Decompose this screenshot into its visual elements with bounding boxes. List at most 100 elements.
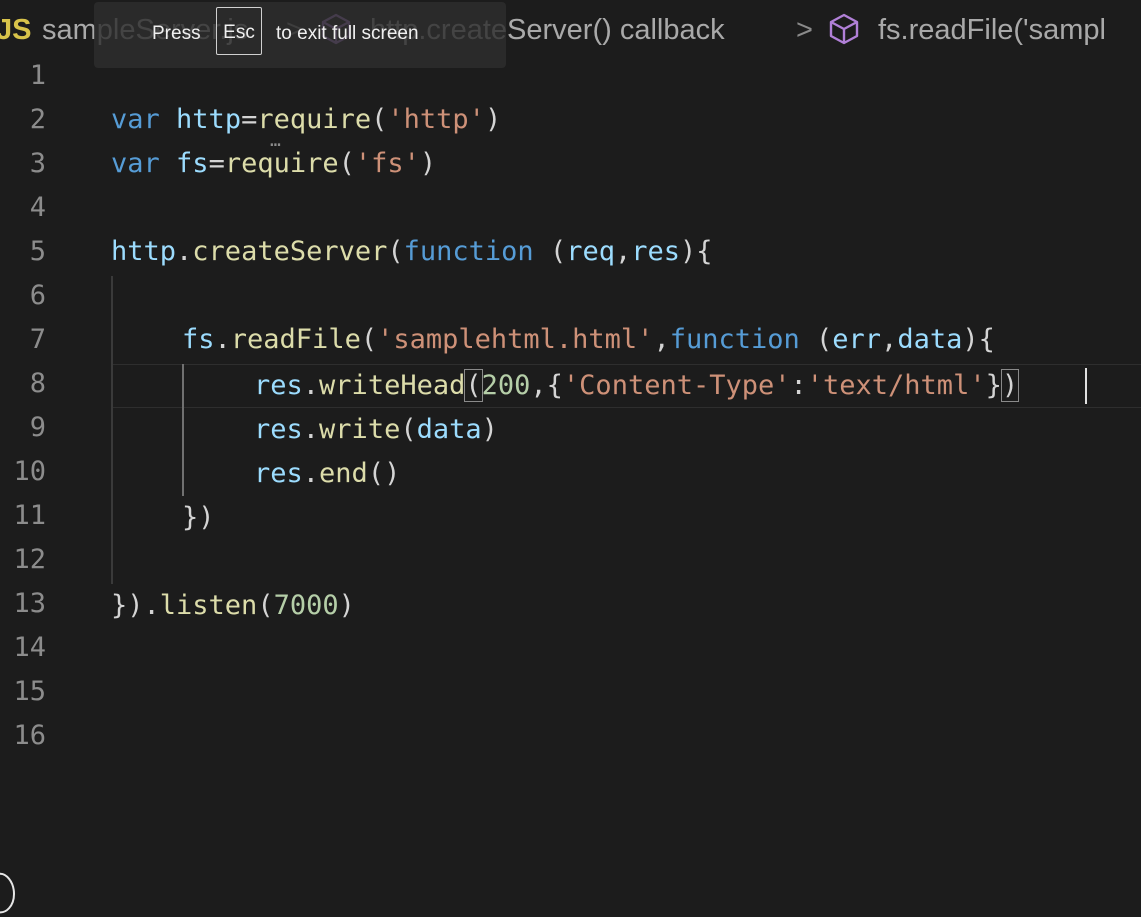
code-line-7[interactable]: fs.readFile('samplehtml.html',function (… (182, 318, 995, 362)
line-number: 15 (13, 676, 46, 707)
token-punctuation: ) (484, 104, 502, 135)
line-number: 10 (13, 456, 46, 487)
token-keyword: var (111, 104, 160, 135)
token-number: 200 (481, 370, 531, 401)
symbol-method-icon (829, 13, 859, 45)
line-number: 1 (29, 60, 46, 91)
token-punctuation: ( (371, 104, 388, 135)
token-string: 'http' (387, 104, 485, 135)
token-string: 'samplehtml.html' (377, 324, 654, 355)
line-number: 13 (13, 588, 46, 619)
token-parameter: req (566, 236, 615, 267)
line-number: 6 (29, 280, 46, 311)
line-number: 8 (29, 368, 46, 399)
chevron-right-icon: > (796, 14, 813, 46)
line-number: 3 (29, 148, 46, 179)
code-line-10[interactable]: res.end() (254, 452, 400, 496)
token-string: 'text/html' (806, 370, 986, 401)
token-variable: fs (176, 148, 209, 179)
token-function: writeHead (319, 370, 466, 401)
token-variable: res (254, 414, 303, 445)
token-punctuation: ( (338, 148, 355, 179)
line-number: 2 (29, 104, 46, 135)
token-punctuation: ){ (680, 236, 713, 267)
token-punctuation: ) (338, 590, 355, 621)
token-variable: http (176, 104, 242, 135)
token-string: 'fs' (354, 148, 420, 179)
code-line-11[interactable]: }) (182, 496, 215, 540)
token-bracket-matched: ) (1000, 369, 1020, 402)
token-punctuation: ( (799, 324, 833, 355)
code-line-13[interactable]: }).listen(7000) (111, 584, 355, 628)
line-number: 4 (29, 192, 46, 223)
token-punctuation: ) (481, 414, 498, 445)
indent-guide-active (182, 364, 184, 496)
line-number: 16 (13, 720, 46, 751)
token-punctuation: } (985, 370, 1002, 401)
token-punctuation: . (302, 370, 320, 401)
code-line-2[interactable]: var http=require('http') (111, 98, 501, 142)
token-function: listen (159, 590, 258, 621)
token-punctuation: }) (111, 590, 144, 621)
code-line-8[interactable]: res.writeHead(200,{'Content-Type':'text/… (254, 364, 1020, 408)
token-punctuation: ( (360, 324, 378, 355)
line-number: 7 (29, 324, 46, 355)
token-punctuation: . (302, 458, 320, 489)
text-cursor (1085, 368, 1087, 404)
token-operator: = (241, 104, 258, 135)
code-line-9[interactable]: res.write(data) (254, 408, 498, 452)
token-function: require (224, 148, 339, 179)
line-number: 12 (13, 544, 46, 575)
line-number: 9 (29, 412, 46, 443)
token-punctuation: }) (182, 502, 215, 533)
line-number: 11 (13, 500, 46, 531)
token-keyword: function (403, 236, 534, 267)
token-variable: http (111, 236, 177, 267)
token-keyword: function (669, 324, 800, 355)
breadcrumb-current-symbol[interactable]: fs.readFile('sampl (878, 12, 1106, 48)
token-punctuation: ( (400, 414, 417, 445)
token-operator: = (208, 148, 225, 179)
toast-press-text: Press (152, 23, 201, 44)
token-parameter: err (832, 324, 882, 355)
token-number: 7000 (273, 590, 339, 621)
token-punctuation: ( (257, 590, 274, 621)
token-punctuation: ){ (962, 324, 995, 355)
pointer-doodle-icon (0, 872, 16, 914)
hint-dots-icon: … (270, 130, 283, 151)
indent-guide (111, 276, 113, 584)
token-punctuation: , (881, 324, 898, 355)
toast-rest-text: to exit full screen (276, 23, 419, 44)
line-number: 5 (29, 236, 46, 267)
token-punctuation: : (790, 370, 807, 401)
token-punctuation: , (614, 236, 632, 267)
token-bracket-matched: ( (464, 369, 483, 402)
token-function: createServer (192, 236, 388, 267)
token-punctuation: ) (419, 148, 437, 179)
token-variable: res (254, 458, 303, 489)
token-function: end (319, 458, 368, 489)
token-function: readFile (230, 324, 361, 355)
token-function: write (319, 414, 401, 445)
fullscreen-toast: Press Esc to exit full screen (94, 2, 506, 68)
token-punctuation: ( (387, 236, 404, 267)
line-number: 14 (13, 632, 46, 663)
token-string: 'Content-Type' (562, 370, 791, 401)
toast-esc-key: Esc (216, 7, 262, 55)
token-punctuation: . (302, 414, 320, 445)
token-punctuation: . (214, 324, 231, 355)
token-punctuation: . (143, 590, 160, 621)
token-variable: fs (182, 324, 215, 355)
token-punctuation: ,{ (530, 370, 563, 401)
token-parameter: data (897, 324, 963, 355)
token-parameter: res (631, 236, 681, 267)
token-variable: data (416, 414, 482, 445)
token-variable: res (254, 370, 303, 401)
token-punctuation: ( (533, 236, 567, 267)
token-punctuation: , (653, 324, 670, 355)
token-punctuation: () (367, 458, 401, 489)
token-keyword: var (111, 148, 160, 179)
token-punctuation: . (176, 236, 193, 267)
js-file-icon: JS (0, 14, 32, 46)
code-line-5[interactable]: http.createServer(function (req,res){ (111, 230, 713, 274)
